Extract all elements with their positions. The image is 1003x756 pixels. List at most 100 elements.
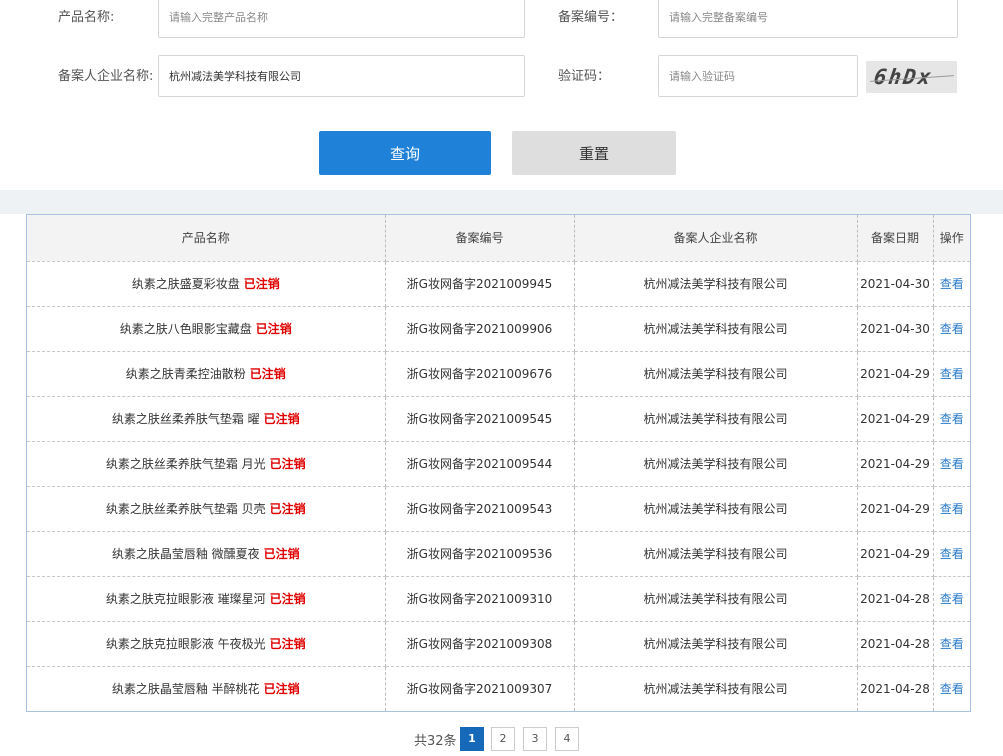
record-date-cell: 2021-04-28 <box>857 666 934 711</box>
view-link[interactable]: 查看 <box>940 547 964 561</box>
header-company: 备案人企业名称 <box>574 215 858 262</box>
record-number-cell: 浙G妆网备字2021009945 <box>385 261 575 307</box>
action-cell: 查看 <box>933 621 970 667</box>
record-date-cell: 2021-04-29 <box>857 441 934 487</box>
record-date-cell: 2021-04-29 <box>857 396 934 442</box>
company-label: 备案人企业名称: <box>58 69 154 84</box>
record-number-cell: 浙G妆网备字2021009676 <box>385 351 575 397</box>
company-input[interactable] <box>158 55 525 97</box>
record-number-cell: 浙G妆网备字2021009307 <box>385 666 575 711</box>
record-date-cell: 2021-04-30 <box>857 261 934 307</box>
status-cancelled: 已注销 <box>263 547 300 561</box>
action-cell: 查看 <box>933 396 970 442</box>
results-table: 产品名称 备案编号 备案人企业名称 备案日期 操作 纨素之肤盛夏彩妆盘 已注销 浙G… <box>27 215 970 711</box>
search-form: 产品名称: 备案编号： 备案人企业名称: 验证码： 6hDx 查询 重置 <box>0 0 1003 190</box>
table-row: 纨素之肤克拉眼影液 午夜极光 已注销 浙G妆网备字2021009308 杭州减法美学科… <box>27 621 970 667</box>
product-name: 纨素之肤晶莹唇釉 半醉桃花 <box>111 682 260 697</box>
company-cell: 杭州减法美学科技有限公司 <box>574 486 858 532</box>
action-cell: 查看 <box>933 306 970 352</box>
product-name-input[interactable] <box>158 0 525 38</box>
product-name: 纨素之肤丝柔养肤气垫霜 贝壳 <box>105 502 266 516</box>
product-name-cell: 纨素之肤克拉眼影液 璀璨星河 已注销 <box>27 576 386 622</box>
record-date-cell: 2021-04-29 <box>857 486 934 532</box>
page-2-button[interactable]: 2 <box>491 727 515 751</box>
header-action: 操作 <box>933 215 970 262</box>
company-cell: 杭州减法美学科技有限公司 <box>574 666 858 711</box>
company-cell: 杭州减法美学科技有限公司 <box>574 531 858 577</box>
view-link[interactable]: 查看 <box>940 367 964 381</box>
product-name: 纨素之肤丝柔养肤气垫霜 月光 <box>105 457 266 471</box>
status-cancelled: 已注销 <box>263 682 300 697</box>
action-cell: 查看 <box>933 486 970 532</box>
record-date-cell: 2021-04-28 <box>857 576 934 622</box>
product-name-cell: 纨素之肤丝柔养肤气垫霜 月光 已注销 <box>27 441 386 487</box>
product-name: 纨素之肤晶莹唇釉 微醺夏夜 <box>111 547 260 561</box>
table-row: 纨素之肤晶莹唇釉 半醉桃花 已注销 浙G妆网备字2021009307 杭州减法美学科技… <box>27 666 970 711</box>
record-date-cell: 2021-04-29 <box>857 531 934 577</box>
product-name-cell: 纨素之肤克拉眼影液 午夜极光 已注销 <box>27 621 386 667</box>
view-link[interactable]: 查看 <box>940 277 964 291</box>
view-link[interactable]: 查看 <box>940 592 964 606</box>
view-link[interactable]: 查看 <box>940 322 964 336</box>
header-record-number: 备案编号 <box>385 215 575 262</box>
action-cell: 查看 <box>933 576 970 622</box>
record-number-cell: 浙G妆网备字2021009543 <box>385 486 575 532</box>
view-link[interactable]: 查看 <box>940 502 964 516</box>
company-cell: 杭州减法美学科技有限公司 <box>574 351 858 397</box>
view-link[interactable]: 查看 <box>940 457 964 471</box>
record-number-cell: 浙G妆网备字2021009310 <box>385 576 575 622</box>
view-link[interactable]: 查看 <box>940 682 964 696</box>
status-cancelled: 已注销 <box>269 457 306 471</box>
record-number-label: 备案编号： <box>558 10 624 25</box>
table-row: 纨素之肤丝柔养肤气垫霜 贝壳 已注销 浙G妆网备字2021009543 杭州减法美学科… <box>27 486 970 532</box>
results-table-panel: 产品名称 备案编号 备案人企业名称 备案日期 操作 纨素之肤盛夏彩妆盘 已注销 浙G… <box>26 214 971 712</box>
company-cell: 杭州减法美学科技有限公司 <box>574 441 858 487</box>
page-1-button[interactable]: 1 <box>460 727 484 751</box>
product-name-cell: 纨素之肤八色眼影宝藏盘 已注销 <box>27 306 386 352</box>
company-cell: 杭州减法美学科技有限公司 <box>574 621 858 667</box>
action-cell: 查看 <box>933 531 970 577</box>
record-date-cell: 2021-04-28 <box>857 621 934 667</box>
view-link[interactable]: 查看 <box>940 412 964 426</box>
captcha-label: 验证码： <box>558 69 611 84</box>
reset-button[interactable]: 重置 <box>512 131 676 175</box>
status-cancelled: 已注销 <box>269 502 306 516</box>
section-divider <box>0 190 1003 214</box>
product-name-cell: 纨素之肤丝柔养肤气垫霜 贝壳 已注销 <box>27 486 386 532</box>
action-cell: 查看 <box>933 441 970 487</box>
product-name-cell: 纨素之肤盛夏彩妆盘 已注销 <box>27 261 386 307</box>
product-name-cell: 纨素之肤丝柔养肤气垫霜 曜已注销 <box>27 396 386 442</box>
table-row: 纨素之肤八色眼影宝藏盘 已注销 浙G妆网备字2021009906 杭州减法美学科技有限… <box>27 306 970 352</box>
action-cell: 查看 <box>933 261 970 307</box>
record-date-cell: 2021-04-29 <box>857 351 934 397</box>
product-name: 纨素之肤克拉眼影液 璀璨星河 <box>105 592 266 606</box>
table-row: 纨素之肤丝柔养肤气垫霜 月光 已注销 浙G妆网备字2021009544 杭州减法美学科… <box>27 441 970 487</box>
table-header-row: 产品名称 备案编号 备案人企业名称 备案日期 操作 <box>27 215 970 262</box>
table-row: 纨素之肤克拉眼影液 璀璨星河 已注销 浙G妆网备字2021009310 杭州减法美学科… <box>27 576 970 622</box>
captcha-input[interactable] <box>658 55 858 97</box>
view-link[interactable]: 查看 <box>940 637 964 651</box>
product-name: 纨素之肤盛夏彩妆盘 <box>131 277 240 291</box>
record-number-cell: 浙G妆网备字2021009308 <box>385 621 575 667</box>
query-button[interactable]: 查询 <box>319 131 491 175</box>
product-name: 纨素之肤克拉眼影液 午夜极光 <box>105 637 266 651</box>
page-3-button[interactable]: 3 <box>523 727 547 751</box>
status-cancelled: 已注销 <box>243 277 280 291</box>
page-4-button[interactable]: 4 <box>555 727 579 751</box>
total-count: 共32条 <box>414 734 457 749</box>
company-cell: 杭州减法美学科技有限公司 <box>574 576 858 622</box>
company-cell: 杭州减法美学科技有限公司 <box>574 261 858 307</box>
table-row: 纨素之肤丝柔养肤气垫霜 曜已注销 浙G妆网备字2021009545 杭州减法美学科技… <box>27 396 970 442</box>
header-record-date: 备案日期 <box>857 215 934 262</box>
status-cancelled: 已注销 <box>255 322 292 336</box>
record-number-cell: 浙G妆网备字2021009906 <box>385 306 575 352</box>
action-cell: 查看 <box>933 666 970 711</box>
record-number-cell: 浙G妆网备字2021009536 <box>385 531 575 577</box>
status-cancelled: 已注销 <box>269 592 306 606</box>
company-cell: 杭州减法美学科技有限公司 <box>574 306 858 352</box>
table-row: 纨素之肤盛夏彩妆盘 已注销 浙G妆网备字2021009945 杭州减法美学科技有限公司… <box>27 261 970 307</box>
product-name-cell: 纨素之肤晶莹唇釉 微醺夏夜 已注销 <box>27 531 386 577</box>
record-number-input[interactable] <box>658 0 958 38</box>
status-cancelled: 已注销 <box>249 367 286 381</box>
captcha-image[interactable]: 6hDx <box>866 61 957 93</box>
